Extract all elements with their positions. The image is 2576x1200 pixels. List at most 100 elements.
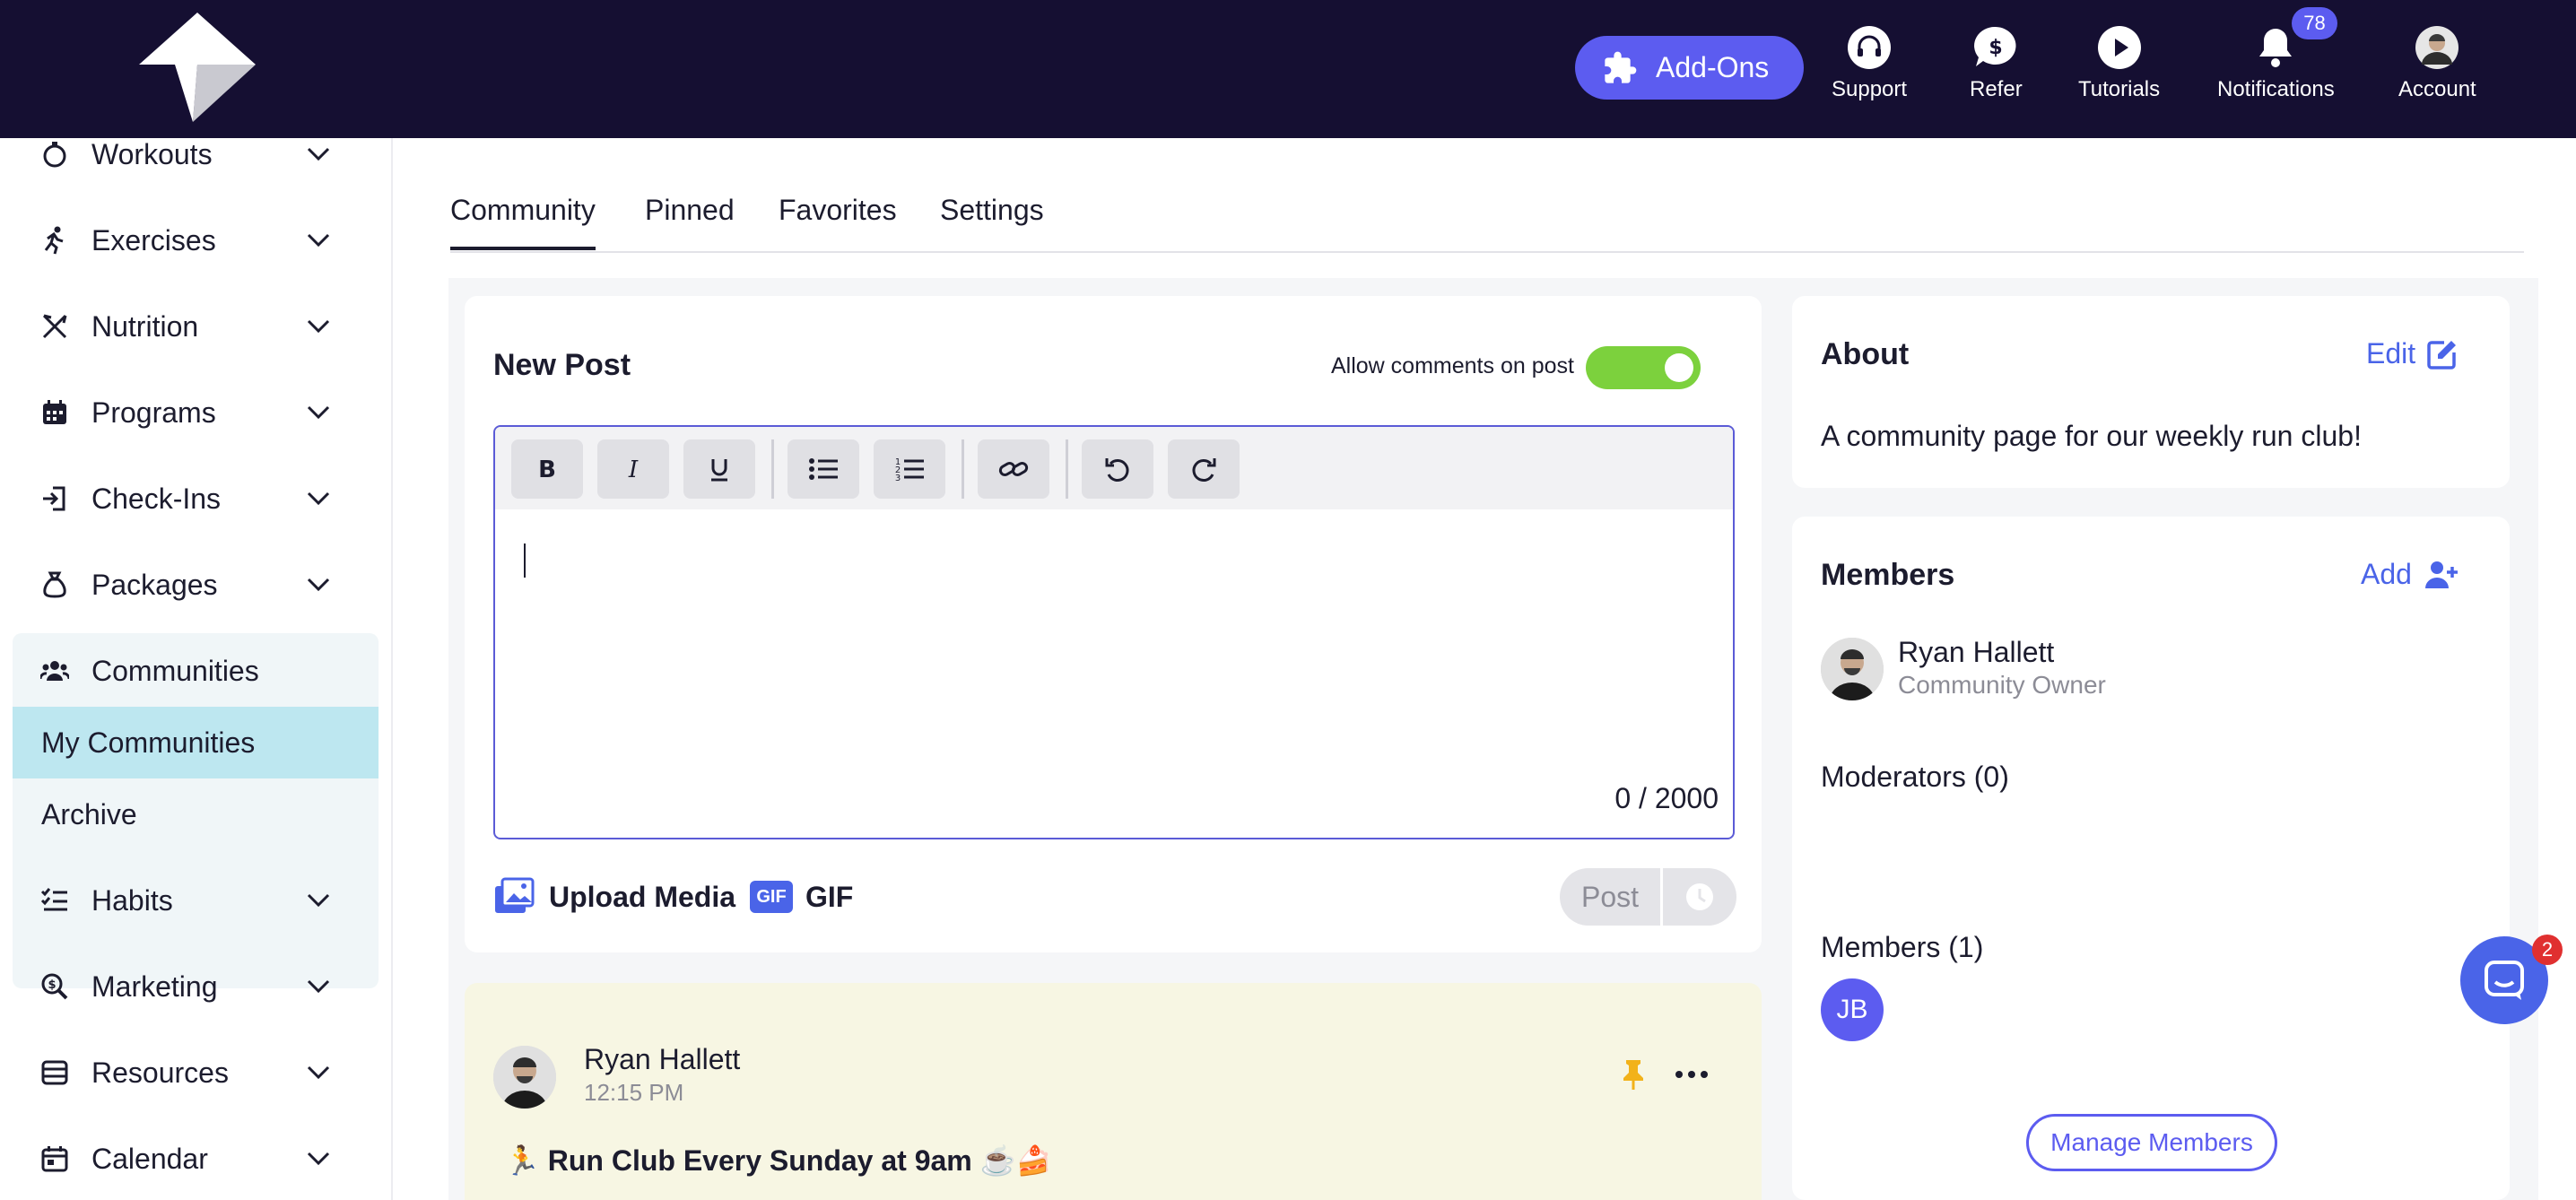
archive-box-icon (39, 1057, 70, 1088)
tab-pinned[interactable]: Pinned (645, 194, 735, 247)
tab-community[interactable]: Community (450, 194, 596, 250)
tab-favorites[interactable]: Favorites (779, 194, 897, 247)
nav-account-label: Account (2398, 77, 2476, 101)
owner-avatar[interactable] (1821, 638, 1884, 700)
notification-badge: 78 (2292, 7, 2337, 39)
sidebar-item-calendar[interactable]: Calendar (0, 1123, 393, 1195)
manage-members-button[interactable]: Manage Members (2026, 1114, 2277, 1171)
toolbar-divider (1066, 439, 1068, 499)
svg-text:3: 3 (895, 474, 901, 483)
sidebar-subitem-archive[interactable]: Archive (13, 778, 379, 850)
app-logo[interactable] (139, 13, 256, 122)
chevron-down-icon (307, 1152, 330, 1166)
pin-icon[interactable] (1620, 1058, 1647, 1091)
sidebar-item-marketing[interactable]: $ Marketing (0, 951, 393, 1022)
play-icon (2095, 23, 2144, 72)
chat-icon (2485, 961, 2524, 1000)
nav-refer[interactable]: $ Refer (1970, 23, 2023, 113)
svg-text:B: B (538, 457, 556, 483)
post-author-name[interactable]: Ryan Hallett (584, 1043, 740, 1076)
sidebar-item-programs[interactable]: Programs (0, 377, 393, 448)
link-button[interactable] (978, 439, 1049, 499)
sidebar-item-label: Programs (91, 396, 216, 429)
calendar-grid-icon (39, 397, 70, 428)
nav-refer-label: Refer (1970, 77, 2023, 101)
svg-text:$: $ (48, 978, 56, 992)
more-options-icon[interactable] (1674, 1067, 1710, 1082)
money-bag-icon (39, 570, 70, 600)
italic-button[interactable]: I (597, 439, 669, 499)
sidebar-item-label: Exercises (91, 223, 216, 257)
sidebar-item-resources[interactable]: Resources (0, 1037, 393, 1109)
numbered-list-button[interactable]: 123 (874, 439, 945, 499)
post-editor[interactable]: B I 123 0 / 2000 (493, 425, 1735, 839)
nav-support-label: Support (1832, 77, 1908, 101)
toggle-knob (1665, 353, 1693, 382)
undo-button[interactable] (1082, 439, 1153, 499)
sidebar-subitem-my-communities[interactable]: My Communities (13, 707, 379, 778)
gif-icon[interactable]: GIF (750, 881, 794, 913)
clock-icon (1686, 883, 1713, 910)
add-label: Add (2361, 558, 2412, 590)
sidebar-item-nutrition[interactable]: Nutrition (0, 291, 393, 362)
allow-comments-label: Allow comments on post (1331, 353, 1574, 378)
schedule-post-button[interactable] (1663, 868, 1736, 926)
post-button[interactable]: Post (1560, 868, 1660, 926)
add-member-button[interactable]: Add (2361, 558, 2459, 591)
bullet-list-button[interactable] (788, 439, 859, 499)
running-icon (39, 225, 70, 256)
chevron-down-icon (307, 319, 330, 334)
utensils-icon (39, 311, 70, 342)
calendar-icon (39, 1143, 70, 1174)
allow-comments-toggle[interactable] (1586, 346, 1701, 389)
users-icon (39, 656, 70, 686)
sidebar-item-check-ins[interactable]: Check-Ins (0, 463, 393, 535)
underline-icon (711, 459, 727, 482)
add-ons-label: Add-Ons (1656, 51, 1770, 83)
bullet-list-icon (809, 458, 838, 480)
undo-icon (1105, 458, 1129, 482)
search-dollar-icon: $ (39, 971, 70, 1002)
sidebar-item-communities[interactable]: Communities (0, 635, 393, 707)
nav-support[interactable]: Support (1832, 23, 1907, 113)
tab-settings[interactable]: Settings (940, 194, 1044, 247)
text-caret (524, 543, 526, 578)
nav-tutorials-label: Tutorials (2078, 77, 2161, 101)
sidebar-item-label: Nutrition (91, 309, 199, 343)
underline-button[interactable] (683, 439, 755, 499)
owner-name[interactable]: Ryan Hallett (1898, 636, 2054, 669)
checklist-icon (39, 885, 70, 916)
redo-button[interactable] (1168, 439, 1240, 499)
edit-about-button[interactable]: Edit (2366, 337, 2459, 370)
nav-tutorials[interactable]: Tutorials (2078, 23, 2160, 113)
toolbar-divider (771, 439, 774, 499)
upload-media-button[interactable]: Upload Media (549, 881, 735, 914)
edit-label: Edit (2366, 337, 2416, 370)
post-author-avatar[interactable] (493, 1046, 556, 1109)
post-timestamp: 12:15 PM (584, 1079, 684, 1106)
chevron-down-icon (307, 491, 330, 506)
sidebar-item-workouts[interactable]: Workouts (0, 118, 393, 190)
sidebar-item-label: Communities (91, 654, 259, 687)
italic-icon: I (628, 457, 639, 483)
sidebar-subitem-label: Archive (41, 797, 137, 830)
puzzle-icon (1605, 51, 1637, 83)
add-ons-button[interactable]: Add-Ons (1575, 36, 1804, 100)
bold-button[interactable]: B (511, 439, 583, 499)
members-card (1792, 517, 2510, 1200)
svg-text:I: I (628, 457, 639, 483)
upload-row: Upload Media GIF GIF (493, 877, 853, 917)
chevron-down-icon (307, 578, 330, 592)
about-title: About (1821, 337, 1910, 371)
link-icon (998, 462, 1029, 476)
gif-button[interactable]: GIF (805, 881, 853, 914)
member-avatar[interactable]: JB (1821, 978, 1884, 1041)
dollar-icon: $ (1971, 23, 2020, 72)
sidebar-item-exercises[interactable]: Exercises (0, 204, 393, 276)
sidebar-item-packages[interactable]: Packages (0, 549, 393, 621)
character-counter: 0 / 2000 (1614, 782, 1719, 814)
nav-account[interactable]: Account (2398, 23, 2476, 113)
sidebar-item-habits[interactable]: Habits (0, 865, 393, 936)
upload-media-icon[interactable] (493, 877, 536, 917)
sidebar-item-label: Packages (91, 568, 218, 601)
